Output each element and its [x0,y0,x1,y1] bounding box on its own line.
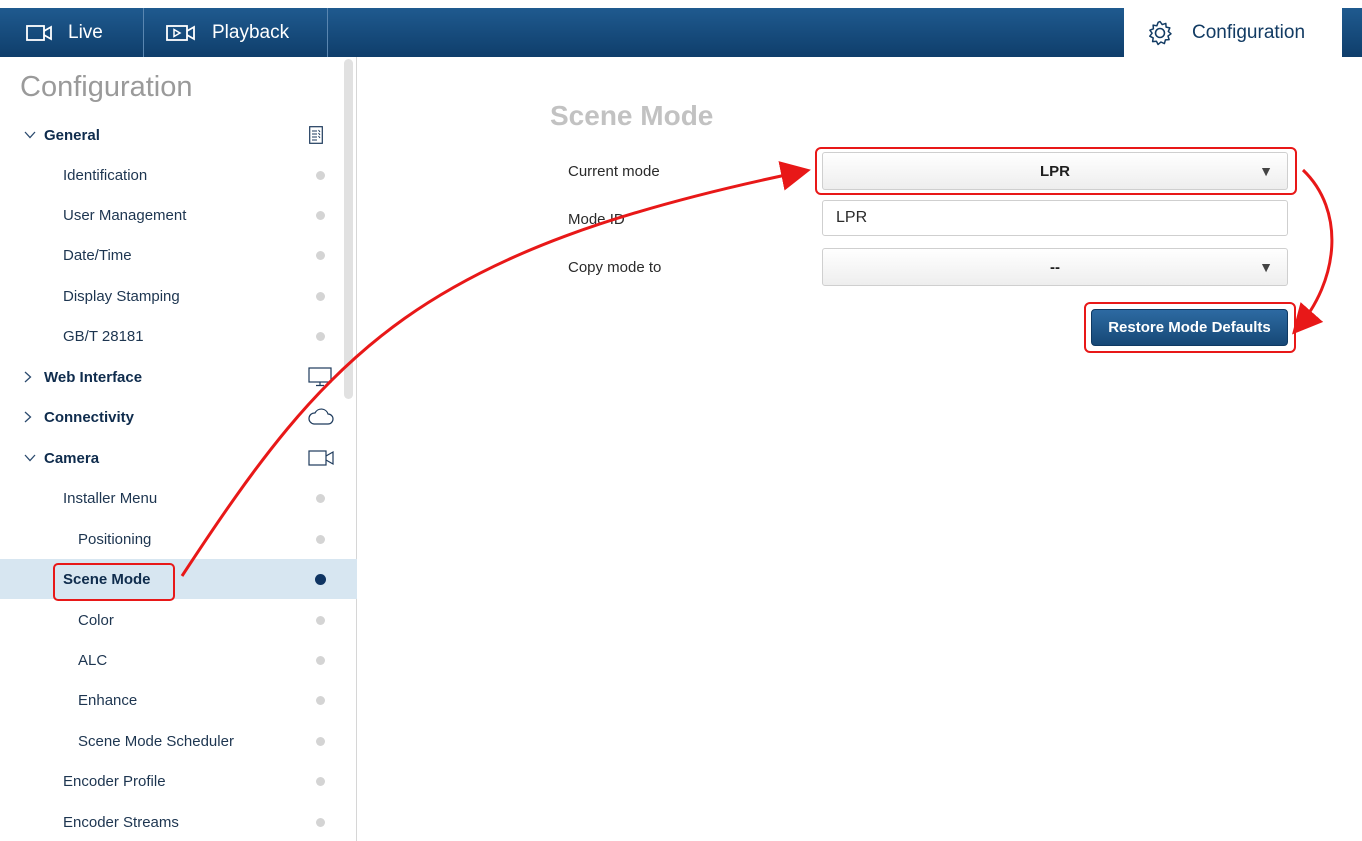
sidebar-section-camera[interactable]: Camera [0,438,357,478]
gear-icon [1146,19,1174,47]
status-dot [316,776,325,786]
status-dot [316,493,325,503]
sidebar-item-alc[interactable]: ALC [0,640,357,680]
sidebar-item-label: Encoder Streams [63,813,179,831]
sidebar-item-display-stamping[interactable]: Display Stamping [0,276,357,316]
chevron-down-icon [24,131,36,139]
sidebar-item-installer-menu[interactable]: Installer Menu [0,478,357,518]
mode-id-label: Mode ID [568,211,625,228]
top-navigation-bar: Live Playback Configuration [0,8,1362,57]
sidebar-item-label: Color [78,611,114,629]
sidebar-section-general[interactable]: General [0,115,357,155]
annotation-arrow-to-restore-button [1292,168,1334,335]
sidebar-item-user-management[interactable]: User Management [0,195,357,235]
status-dot [316,534,325,544]
status-dot [316,210,325,220]
sidebar-item-label: Scene Mode Scheduler [78,732,234,750]
tab-configuration[interactable]: Configuration [1124,8,1342,57]
sidebar-item-label: User Management [63,206,187,224]
sidebar-item-label: Encoder Profile [63,772,166,790]
camera-icon [308,450,334,466]
sidebar-section-connectivity[interactable]: Connectivity [0,397,357,437]
playback-icon [166,24,196,41]
sidebar-title: Configuration [20,71,193,103]
status-dot [316,817,325,827]
current-mode-select[interactable]: LPR ▼ [822,152,1288,190]
status-dot [316,170,325,180]
mode-id-input[interactable]: LPR [822,200,1288,236]
sidebar-item-scene-mode[interactable]: Scene Mode [0,559,357,599]
status-dot [316,695,325,705]
tab-live-label: Live [68,21,103,43]
sidebar-section-label: Web Interface [44,368,143,386]
copy-mode-select[interactable]: -- ▼ [822,248,1288,286]
status-dot [316,615,325,625]
tab-playback-label: Playback [212,21,290,43]
sidebar-item-label: Identification [63,166,148,184]
sidebar-item-label: GB/T 28181 [63,327,144,345]
status-dot-active [315,573,326,585]
sidebar-item-identification[interactable]: Identification [0,155,357,195]
sidebar-item-label: Display Stamping [63,287,180,305]
copy-mode-value: -- [1050,258,1060,276]
cloud-icon [308,408,334,426]
sidebar-item-label: ALC [78,651,108,669]
status-dot [316,736,325,746]
restore-mode-defaults-button[interactable]: Restore Mode Defaults [1091,309,1288,346]
status-dot [316,655,325,665]
tab-live[interactable]: Live [0,8,144,57]
sidebar-item-gbt-28181[interactable]: GB/T 28181 [0,316,357,356]
chevron-right-icon [24,411,32,423]
video-camera-icon [26,24,52,41]
sidebar-item-positioning[interactable]: Positioning [0,519,357,559]
sidebar-item-date-time[interactable]: Date/Time [0,235,357,275]
sidebar-item-scene-mode-scheduler[interactable]: Scene Mode Scheduler [0,721,357,761]
page-title: Scene Mode [550,100,714,131]
sidebar-item-label: Date/Time [63,246,132,264]
chevron-right-icon [24,371,32,383]
sidebar-item-encoder-profile[interactable]: Encoder Profile [0,761,357,801]
sidebar: Configuration General Identification Use… [0,57,357,841]
sidebar-item-label: Installer Menu [63,489,158,507]
sidebar-section-label: Camera [44,449,100,467]
mode-id-value: LPR [836,209,868,226]
sidebar-item-label: Enhance [78,691,138,709]
status-dot [316,291,325,301]
dropdown-arrow-icon: ▼ [1259,163,1273,179]
sidebar-section-web-interface[interactable]: Web Interface [0,357,357,397]
tab-configuration-label: Configuration [1192,21,1306,43]
sidebar-section-label: Connectivity [44,408,135,426]
chevron-down-icon [24,454,36,462]
dropdown-arrow-icon: ▼ [1259,259,1273,275]
sidebar-item-label: Positioning [78,530,152,548]
copy-mode-label: Copy mode to [568,259,662,276]
status-dot [316,250,325,260]
sidebar-item-enhance[interactable]: Enhance [0,680,357,720]
sidebar-item-color[interactable]: Color [0,600,357,640]
monitor-icon [308,367,332,387]
sidebar-section-label: General [44,126,100,144]
current-mode-label: Current mode [568,163,660,180]
status-dot [316,331,325,341]
sidebar-item-label: Scene Mode [63,570,151,588]
tab-playback[interactable]: Playback [145,8,328,57]
list-icon [309,126,323,144]
current-mode-value: LPR [1040,162,1070,180]
sidebar-item-encoder-streams[interactable]: Encoder Streams [0,802,357,841]
